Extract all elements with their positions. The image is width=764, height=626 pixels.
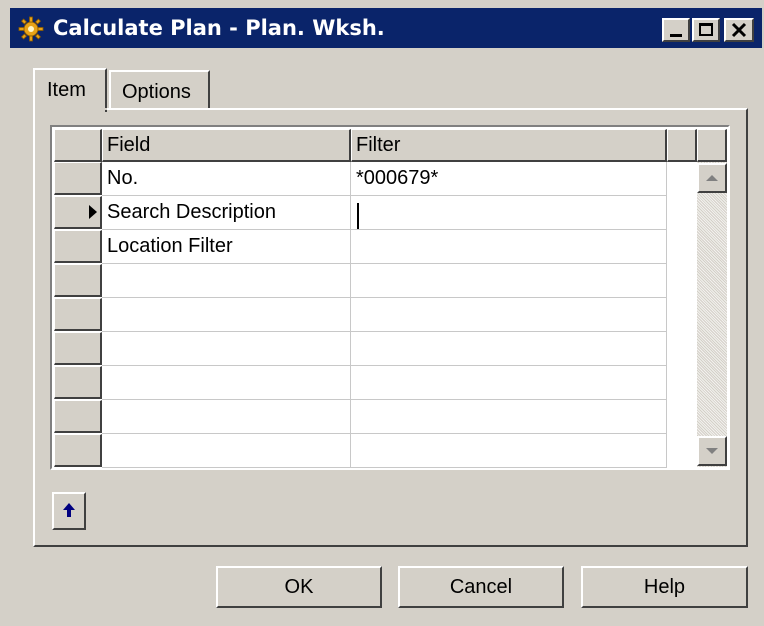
filter-cell-active[interactable] — [351, 196, 667, 230]
row-selector[interactable] — [54, 264, 102, 297]
filter-cell[interactable] — [351, 264, 667, 298]
filter-cell[interactable] — [351, 434, 667, 468]
field-cell[interactable] — [102, 400, 351, 434]
gear-icon — [18, 16, 44, 42]
active-tab-joint — [35, 108, 107, 110]
maximize-icon — [699, 23, 713, 36]
column-header-filter[interactable]: Filter — [351, 129, 667, 162]
tab-item[interactable]: Item — [33, 68, 107, 112]
row-selector[interactable] — [54, 298, 102, 331]
title-bar[interactable]: Calculate Plan - Plan. Wksh. — [10, 8, 762, 48]
field-cell[interactable] — [102, 434, 351, 468]
current-row-arrow-icon — [89, 205, 97, 219]
ok-button[interactable]: OK — [216, 566, 382, 608]
field-cell[interactable] — [102, 264, 351, 298]
column-header-label: Filter — [356, 134, 401, 156]
scroll-down-arrow-icon — [706, 448, 718, 454]
field-cell[interactable] — [102, 332, 351, 366]
maximize-button[interactable] — [692, 18, 720, 42]
row-selector[interactable] — [54, 434, 102, 467]
filter-cell[interactable] — [351, 332, 667, 366]
move-up-button[interactable] — [52, 492, 86, 530]
field-cell[interactable]: Search Description — [102, 196, 351, 230]
field-cell[interactable] — [102, 366, 351, 400]
filter-cell[interactable] — [351, 366, 667, 400]
filter-cell[interactable] — [351, 230, 667, 264]
row-selector[interactable] — [54, 162, 102, 195]
up-arrow-icon — [63, 503, 75, 517]
row-selector[interactable] — [54, 400, 102, 433]
row-selector[interactable] — [54, 230, 102, 263]
close-button[interactable] — [724, 18, 754, 42]
field-cell[interactable] — [102, 298, 351, 332]
scroll-up-arrow-icon — [706, 175, 718, 181]
field-cell[interactable]: No. — [102, 162, 351, 196]
column-header-label: Field — [107, 134, 151, 156]
minimize-icon — [670, 34, 682, 37]
row-selector[interactable] — [54, 332, 102, 365]
filter-grid[interactable]: Field Filter No. *000679* Search Descrip… — [50, 125, 730, 470]
scroll-down-button[interactable] — [697, 436, 727, 466]
minimize-button[interactable] — [662, 18, 690, 42]
filter-cell[interactable]: *000679* — [351, 162, 667, 196]
filter-cell[interactable] — [351, 298, 667, 332]
tab-options[interactable]: Options — [109, 70, 210, 110]
row-selector[interactable] — [54, 366, 102, 399]
tab-item-label: Item — [47, 79, 86, 101]
scroll-up-button[interactable] — [697, 163, 727, 193]
vertical-scrollbar[interactable] — [697, 162, 727, 467]
field-cell[interactable]: Location Filter — [102, 230, 351, 264]
filter-cell[interactable] — [351, 400, 667, 434]
window-title: Calculate Plan - Plan. Wksh. — [53, 16, 385, 40]
close-icon — [731, 22, 747, 38]
header-corner — [54, 129, 102, 162]
cancel-button[interactable]: Cancel — [398, 566, 564, 608]
row-selector-current[interactable] — [54, 196, 102, 229]
tab-options-label: Options — [122, 81, 191, 103]
column-header-extra — [667, 129, 697, 162]
text-cursor — [357, 203, 359, 229]
column-header-field[interactable]: Field — [102, 129, 351, 162]
help-button[interactable]: Help — [581, 566, 748, 608]
scroll-corner — [697, 129, 727, 162]
